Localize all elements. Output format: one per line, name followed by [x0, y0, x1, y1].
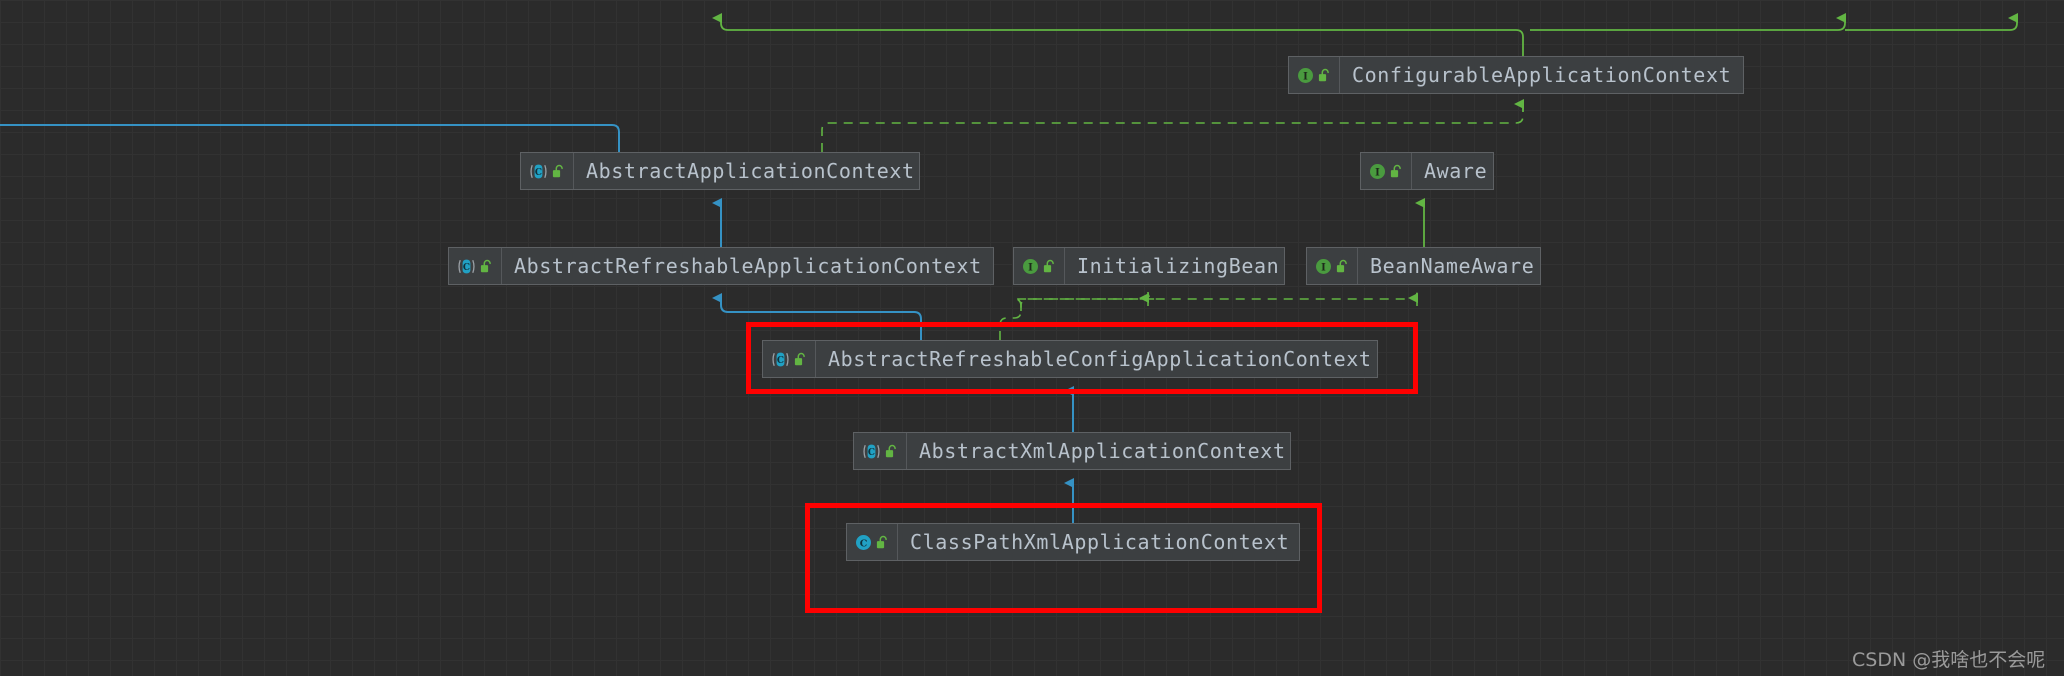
node-abstract-application-context[interactable]: C AbstractApplicationContext: [520, 152, 920, 190]
interface-icon: I: [1370, 163, 1385, 179]
edge-cac-extends-up-left: [712, 13, 1524, 56]
abstract-class-icon: C: [772, 352, 789, 366]
node-abstract-refreshable-application-context[interactable]: C AbstractRefreshableApplicationContext: [448, 247, 994, 285]
node-icons: C: [521, 153, 574, 189]
node-icons: I: [1361, 153, 1412, 189]
svg-text:C: C: [463, 263, 470, 273]
class-icon: C: [856, 534, 871, 550]
node-label: InitializingBean: [1077, 254, 1280, 278]
unlock-icon: [1318, 68, 1329, 81]
node-label: AbstractRefreshableConfigApplicationCont…: [828, 347, 1372, 371]
svg-text:I: I: [1375, 167, 1380, 178]
svg-text:I: I: [1303, 71, 1308, 82]
node-icons: C: [847, 524, 898, 560]
node-label: ClassPathXmlApplicationContext: [910, 530, 1290, 554]
abstract-class-icon: C: [458, 259, 475, 273]
node-label: Aware: [1424, 159, 1488, 183]
node-icons: C: [854, 433, 907, 469]
node-icons: C: [449, 248, 502, 284]
unlock-icon: [1390, 164, 1401, 177]
svg-text:C: C: [535, 168, 542, 178]
interface-icon: I: [1023, 258, 1038, 274]
svg-text:I: I: [1028, 262, 1033, 273]
node-icons: C: [763, 341, 816, 377]
interface-icon: I: [1298, 67, 1313, 83]
interface-icon: I: [1316, 258, 1331, 274]
svg-text:C: C: [777, 356, 784, 366]
unlock-icon: [876, 535, 887, 548]
node-initializing-bean[interactable]: I InitializingBean: [1013, 247, 1285, 285]
abstract-class-icon: C: [863, 444, 880, 458]
uml-diagram-canvas[interactable]: I ConfigurableApplicationContext C Abstract…: [0, 0, 2064, 676]
node-class-path-xml-application-context[interactable]: C ClassPathXmlApplicationContext: [846, 523, 1300, 561]
watermark: CSDN @我啥也不会呢: [1852, 649, 2046, 671]
edge-aac-implements-cac-path: [821, 107, 1524, 152]
unlock-icon: [1336, 259, 1347, 272]
edge-aac-out-left: [0, 124, 620, 152]
node-abstract-refreshable-config-application-context[interactable]: C AbstractRefreshableConfigApplicationCon…: [762, 340, 1378, 378]
svg-text:C: C: [860, 538, 868, 549]
edge-cac-extends-up-right-1: [1530, 13, 1846, 31]
node-label: AbstractXmlApplicationContext: [919, 439, 1286, 463]
unlock-icon: [794, 352, 805, 365]
edge-arcac-implements-beannameaware-path: [1020, 291, 1418, 311]
node-label: ConfigurableApplicationContext: [1352, 63, 1732, 87]
unlock-icon: [552, 164, 563, 177]
node-configurable-application-context[interactable]: I ConfigurableApplicationContext: [1288, 56, 1744, 94]
node-icons: I: [1307, 248, 1358, 284]
unlock-icon: [1043, 259, 1054, 272]
edge-cac-extends-up-right-2: [1845, 13, 2018, 31]
node-label: BeanNameAware: [1370, 254, 1535, 278]
node-aware[interactable]: I Aware: [1360, 152, 1494, 190]
abstract-class-icon: C: [530, 164, 547, 178]
node-icons: I: [1289, 57, 1340, 93]
unlock-icon: [480, 259, 491, 272]
node-abstract-xml-application-context[interactable]: C AbstractXmlApplicationContext: [853, 432, 1291, 470]
node-icons: I: [1014, 248, 1065, 284]
unlock-icon: [885, 444, 896, 457]
node-label: AbstractRefreshableApplicationContext: [514, 254, 982, 278]
svg-text:C: C: [868, 448, 875, 458]
svg-text:I: I: [1321, 262, 1326, 273]
node-label: AbstractApplicationContext: [586, 159, 915, 183]
node-bean-name-aware[interactable]: I BeanNameAware: [1306, 247, 1541, 285]
